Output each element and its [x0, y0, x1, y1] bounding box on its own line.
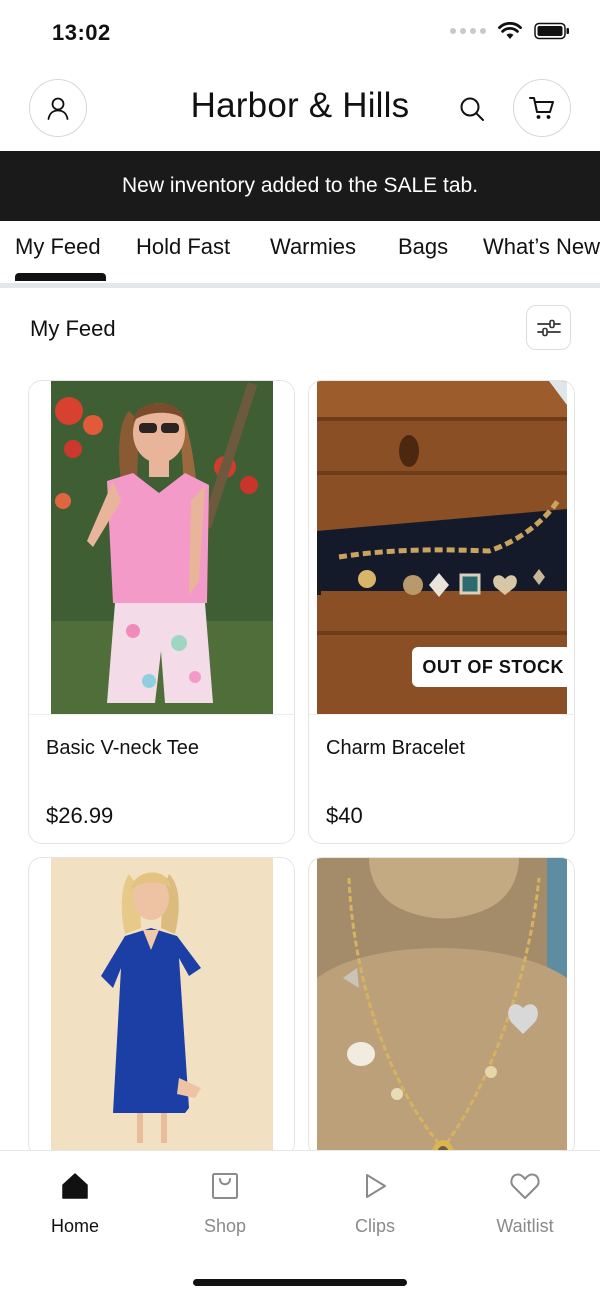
announcement-banner[interactable]: New inventory added to the SALE tab.: [0, 151, 600, 221]
battery-icon: [534, 22, 569, 40]
tab-hold-fast[interactable]: Hold Fast: [136, 234, 230, 260]
category-tabs: My Feed Hold Fast Warmies Bags What’s Ne…: [0, 221, 600, 283]
product-card[interactable]: [28, 857, 295, 1157]
status-bar: 13:02: [0, 0, 600, 66]
product-card[interactable]: Basic V-neck Tee $26.99: [28, 380, 295, 844]
nav-shop-label: Shop: [203, 1216, 247, 1236]
nav-clips[interactable]: Clips: [300, 1151, 450, 1251]
sliders-icon: [536, 319, 561, 336]
nav-home-label: Home: [50, 1216, 99, 1236]
filter-button[interactable]: [526, 305, 571, 350]
cart-button[interactable]: [513, 79, 571, 137]
product-price: $26.99: [46, 803, 114, 828]
heart-icon: [508, 1169, 542, 1203]
nav-clips-label: Clips: [354, 1216, 395, 1236]
nav-shop[interactable]: Shop: [150, 1151, 300, 1251]
product-image[interactable]: [309, 858, 574, 1156]
cart-icon: [529, 97, 554, 119]
active-tab-indicator: [15, 273, 106, 281]
status-time: 13:02: [52, 20, 111, 45]
home-indicator: [193, 1279, 407, 1286]
shopping-bag-icon: [208, 1169, 242, 1203]
status-icons: [450, 22, 570, 40]
app-header: Harbor & Hills: [0, 74, 600, 144]
nav-waitlist-label: Waitlist: [496, 1216, 554, 1236]
home-icon: [58, 1169, 92, 1203]
tab-bags[interactable]: Bags: [398, 234, 448, 260]
product-name[interactable]: Basic V-neck Tee: [46, 737, 199, 760]
nav-home[interactable]: Home: [0, 1151, 150, 1251]
product-price: $40: [326, 803, 363, 828]
search-button[interactable]: [455, 92, 489, 126]
product-card[interactable]: OUT OF STOCK Charm Bracelet $40: [308, 380, 575, 844]
product-image[interactable]: [29, 381, 294, 715]
tabs-divider: [0, 283, 600, 288]
product-card[interactable]: [308, 857, 575, 1157]
search-icon: [460, 97, 484, 121]
banner-text: New inventory added to the SALE tab.: [121, 174, 479, 197]
play-icon: [358, 1169, 392, 1203]
product-name[interactable]: Charm Bracelet: [326, 737, 465, 760]
signal-icon: [450, 28, 486, 34]
product-image[interactable]: [29, 858, 294, 1156]
out-of-stock-badge: OUT OF STOCK: [412, 647, 574, 687]
section-title: My Feed: [30, 316, 116, 341]
tab-my-feed[interactable]: My Feed: [15, 234, 101, 260]
bottom-nav: Home Shop Clips Waitlist: [0, 1150, 600, 1299]
nav-waitlist[interactable]: Waitlist: [450, 1151, 600, 1251]
tab-whats-new[interactable]: What’s New: [483, 234, 600, 260]
wifi-icon: [498, 22, 522, 39]
page-title: Harbor & Hills: [190, 86, 410, 125]
tab-warmies[interactable]: Warmies: [270, 234, 356, 260]
